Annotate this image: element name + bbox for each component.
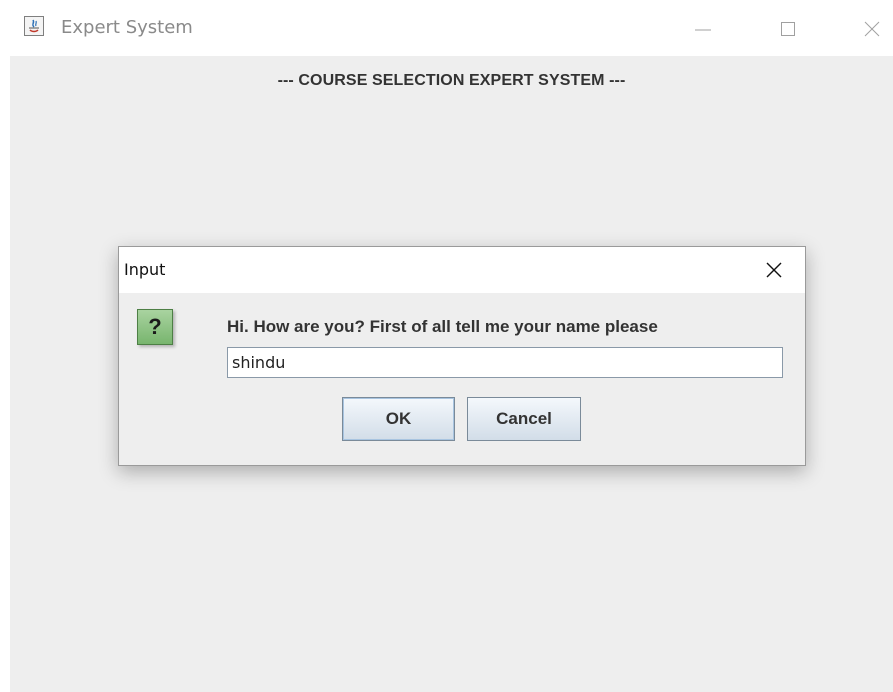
name-input[interactable] [227,347,783,378]
close-icon [766,262,782,278]
close-icon [864,21,880,37]
app-heading: --- COURSE SELECTION EXPERT SYSTEM --- [277,72,626,89]
ok-button[interactable]: OK [342,397,455,441]
input-dialog: Input ? Hi. How are you? First of all te… [118,246,806,466]
close-button[interactable] [857,14,887,44]
java-icon [24,16,44,36]
dialog-titlebar[interactable]: Input [119,247,805,293]
dialog-close-button[interactable] [759,255,789,285]
window-title: Expert System [61,17,193,38]
minimize-button[interactable] [688,14,718,44]
maximize-button[interactable] [773,14,803,44]
maximize-icon [781,22,795,36]
cancel-button[interactable]: Cancel [467,397,581,441]
dialog-title: Input [124,260,166,279]
minimize-icon [695,29,711,31]
window-titlebar[interactable]: Expert System [0,0,893,56]
question-icon: ? [137,309,173,345]
expert-system-window: Expert System --- COURSE SELECTION EXPER… [0,0,893,692]
prompt-label: Hi. How are you? First of all tell me yo… [227,317,658,336]
